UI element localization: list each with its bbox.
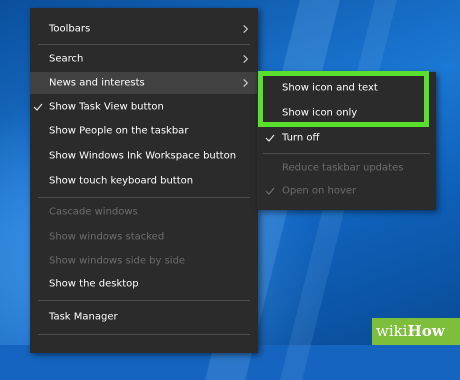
menu-item-news-and-interests[interactable]: News and interests (30, 72, 258, 94)
menu-item-show-people[interactable]: Show People on the taskbar (30, 120, 258, 142)
menu-item-show-windows-ink[interactable]: Show Windows Ink Workspace button (30, 145, 258, 167)
menu-item-label: Search (49, 53, 84, 65)
checkmark-icon (265, 134, 275, 142)
watermark-suffix: How (407, 322, 445, 340)
menu-separator (38, 197, 250, 198)
menu-item-show-windows-stacked: Show windows stacked (30, 226, 258, 248)
menu-item-label: Show windows stacked (49, 231, 165, 243)
checkmark-icon (33, 103, 43, 111)
menu-item-label: Show Windows Ink Workspace button (49, 150, 237, 162)
submenu-item-label: Turn off (282, 132, 320, 144)
menu-item-label: News and interests (49, 77, 145, 89)
menu-item-task-manager[interactable]: Task Manager (30, 306, 258, 328)
submenu-separator (263, 153, 430, 154)
menu-item-label: Task Manager (49, 311, 118, 323)
menu-item-toolbars[interactable]: Toolbars (30, 18, 258, 40)
menu-separator (38, 44, 250, 45)
menu-separator (38, 334, 250, 335)
chevron-right-icon (243, 54, 249, 64)
menu-separator (38, 300, 250, 301)
menu-item-show-task-view-button[interactable]: Show Task View button (30, 96, 258, 118)
wikihow-watermark: wikiHow (376, 322, 445, 340)
chevron-right-icon (243, 78, 249, 88)
menu-item-show-touch-keyboard[interactable]: Show touch keyboard button (30, 170, 258, 192)
submenu-item-label: Show icon and text (282, 82, 378, 94)
watermark-prefix: wiki (376, 322, 408, 340)
news-and-interests-submenu: Show icon and text Show icon only Turn o… (257, 72, 436, 210)
checkmark-icon (265, 187, 275, 195)
menu-item-label: Show Task View button (49, 101, 164, 113)
menu-item-label: Show windows side by side (49, 255, 186, 267)
chevron-right-icon (243, 24, 249, 34)
menu-item-label: Show People on the taskbar (49, 125, 189, 137)
menu-item-search[interactable]: Search (30, 48, 258, 70)
menu-item-label: Show touch keyboard button (49, 175, 194, 187)
submenu-item-show-icon-only[interactable]: Show icon only (257, 102, 436, 124)
menu-item-show-windows-side-by-side: Show windows side by side (30, 250, 258, 272)
submenu-item-label: Reduce taskbar updates (282, 162, 404, 174)
menu-item-label: Show the desktop (49, 278, 139, 290)
submenu-item-label: Show icon only (282, 107, 358, 119)
submenu-item-show-icon-and-text[interactable]: Show icon and text (257, 77, 436, 99)
submenu-item-turn-off[interactable]: Turn off (257, 127, 436, 149)
submenu-item-label: Open on hover (282, 185, 357, 197)
menu-item-label: Toolbars (49, 23, 91, 35)
menu-item-label: Cascade windows (49, 206, 138, 218)
submenu-item-open-on-hover: Open on hover (257, 180, 436, 202)
taskbar-context-menu: Toolbars Search News and interests Show … (30, 8, 258, 353)
menu-item-cascade-windows: Cascade windows (30, 201, 258, 223)
submenu-item-reduce-taskbar-updates: Reduce taskbar updates (257, 157, 436, 179)
menu-item-show-the-desktop[interactable]: Show the desktop (30, 273, 258, 295)
